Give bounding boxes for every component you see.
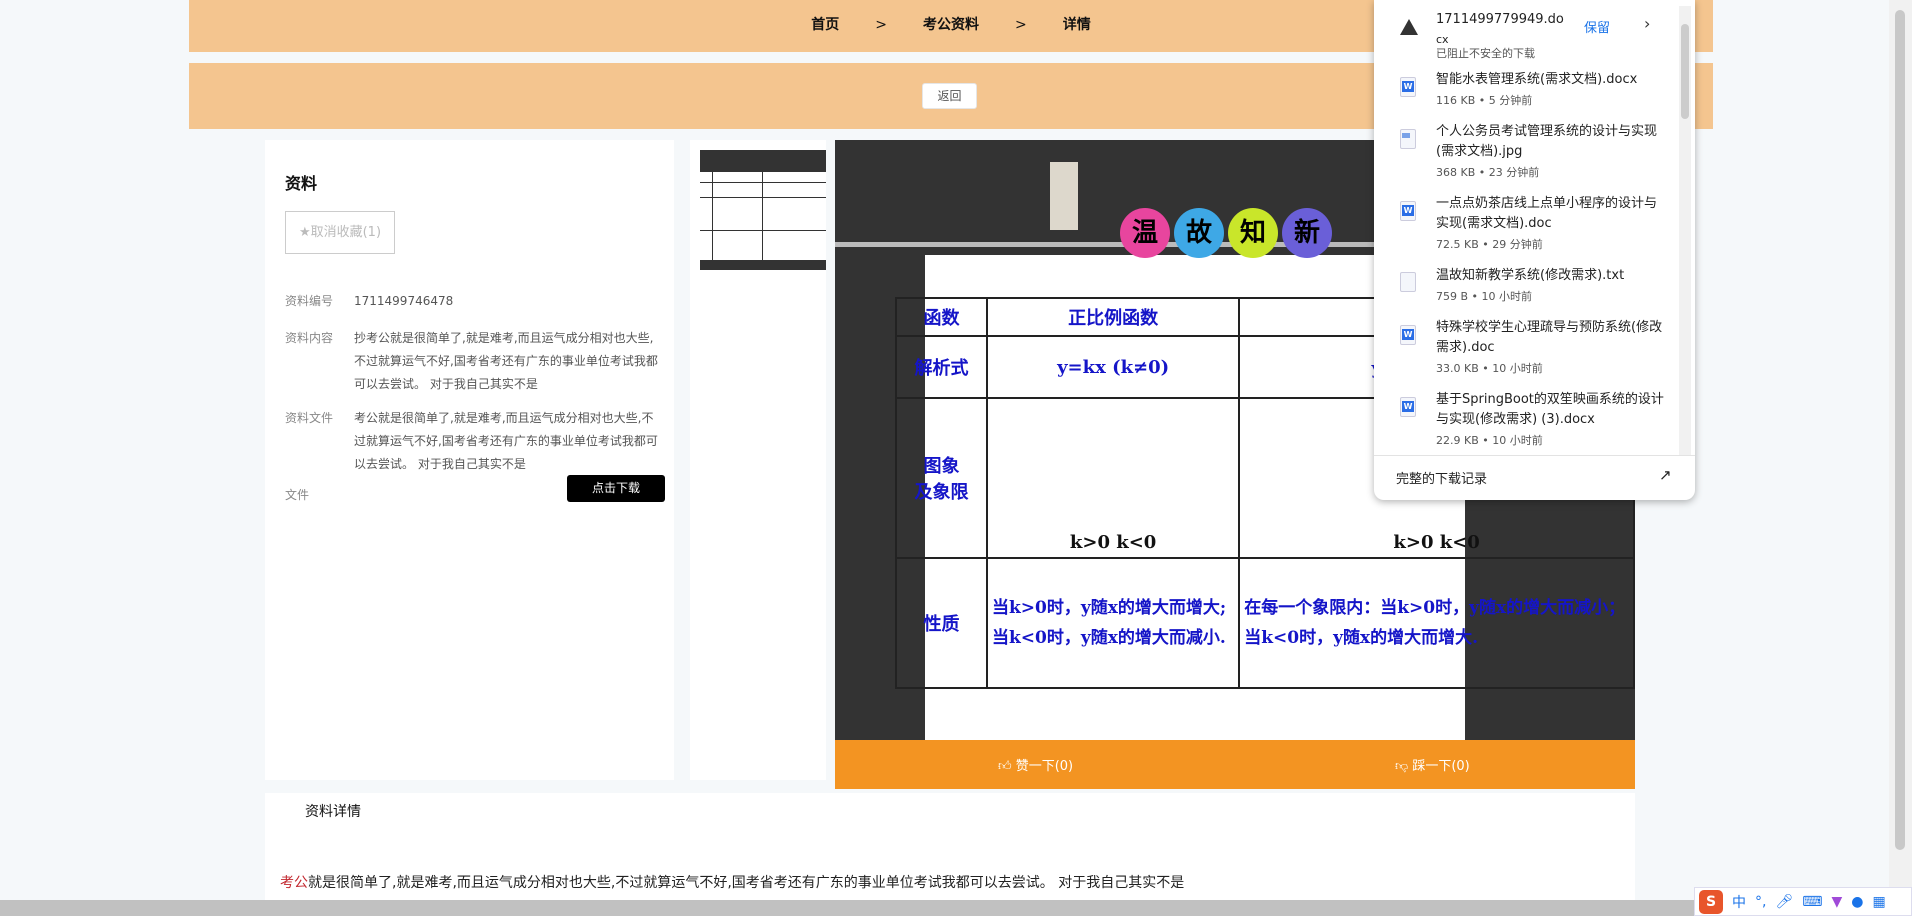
microphone-icon[interactable]: 🎤︎ [1775,894,1793,910]
keyboard-icon[interactable]: ⌨ [1802,894,1822,910]
full-history-label: 完整的下载记录 [1396,472,1488,487]
robot-icon[interactable]: ● [1851,894,1863,910]
scrollbar-thumb[interactable] [1895,10,1905,850]
open-external-icon: ↗ [1659,466,1672,484]
dislike-label: 踩一下(0) [1412,759,1470,774]
panel-title: 资料 [285,174,318,193]
cell: 函数 [894,297,989,337]
download-meta: 368 KB • 23 分钟前 [1436,166,1540,179]
back-button[interactable]: 返回 [922,83,977,109]
detail-text: 考公就是很简单了,就是难考,而且运气成分相对也大些,不过就算运气不好,国考省考还… [280,872,1184,892]
download-name: 智能水表管理系统(需求文档).docx [1436,72,1638,87]
vote-bar: 👍︎ 赞一下(0) 👎︎ 踩一下(0) [835,740,1635,789]
like-button[interactable]: 👍︎ 赞一下(0) [998,755,1073,774]
popup-scrollbar[interactable] [1679,6,1691,456]
download-name: 特殊学校学生心理疏导与预防系统(修改需求).doc [1436,320,1663,355]
field-label: 资料内容 [285,331,334,345]
download-name: 基于SpringBoot的双笙映画系统的设计与实现(修改需求) (3).docx [1436,392,1664,427]
field-label: 资料编号 [285,294,334,308]
unfavorite-button[interactable]: ★取消收藏(1) [285,211,395,254]
download-button[interactable]: 点击下载 [567,475,665,502]
field-content: 资料内容 抄考公就是很简单了,就是难考,而且运气成分相对也大些,不过就算运气不好,… [285,327,665,396]
download-status: 已阻止不安全的下载 [1436,47,1535,60]
info-panel: 资料 ★取消收藏(1) 资料编号 1711499746478 资料内容 抄考公就是很… [265,140,674,780]
field-value: 1711499746478 [354,294,454,308]
ime-mode[interactable]: 中 [1732,892,1746,912]
badge: 知 [1228,208,1278,258]
thumbs-up-icon: 👍︎ [998,759,1016,774]
breadcrumb-home[interactable]: 首页 [811,17,839,33]
cell: 在每一个象限内：当k>0时，y随x的增大而减小；当k<0时，y随x的增大而增大. [1238,557,1635,689]
badge: 故 [1174,208,1224,258]
breadcrumb-separator: > [875,17,887,33]
field-id: 资料编号 1711499746478 [285,290,665,313]
word-file-icon [1400,397,1416,417]
breadcrumb-category[interactable]: 考公资料 [923,17,979,33]
apps-icon[interactable]: ▦ [1872,894,1885,910]
page-scrollbar[interactable] [1889,0,1912,900]
word-file-icon [1400,77,1416,97]
title-badges: 温 故 知 新 [1120,208,1332,258]
warning-icon [1400,19,1418,35]
chevron-right-icon[interactable]: › [1644,14,1650,33]
like-label: 赞一下(0) [1015,759,1074,774]
full-history-link[interactable]: 完整的下载记录 ↗ [1374,455,1695,500]
download-name: 温故知新教学系统(修改需求).txt [1436,268,1625,283]
cell: k>0 k<0 [986,397,1241,559]
clip [1050,162,1078,230]
breadcrumb-current: 详情 [1062,17,1091,33]
scrollbar-thumb[interactable] [1681,24,1689,119]
thumbnail-list [690,140,826,780]
field-label: 文件 [285,488,310,502]
keep-button[interactable]: 保留 [1584,17,1610,36]
field-value: 抄考公就是很简单了,就是难考,而且运气成分相对也大些,不过就算运气不好,国考省考… [354,331,658,391]
field-file-desc: 资料文件 考公就是很简单了,就是难考,而且运气成分相对也大些,不过就算运气不好,国… [285,407,665,476]
download-meta: 116 KB • 5 分钟前 [1436,94,1533,107]
sogou-logo[interactable]: S [1699,889,1723,914]
word-file-icon [1400,325,1416,345]
field-label: 资料文件 [285,411,334,425]
cell: y=kx (k≠0) [986,335,1241,399]
download-meta: 72.5 KB • 29 分钟前 [1436,238,1543,251]
cell: 性质 [894,557,989,689]
download-name: 1711499779949.do [1436,12,1564,27]
punctuation-icon[interactable]: °, [1755,894,1766,910]
cell: 当k>0时，y随x的增大而增大;当k<0时，y随x的增大而减小. [986,557,1241,689]
download-name: 个人公务员考试管理系统的设计与实现(需求文档).jpg [1436,124,1658,159]
thumbs-down-icon: 👎︎ [1395,759,1413,774]
field-value: 考公就是很简单了,就是难考,而且运气成分相对也大些,不过就算运气不好,国考省考还… [354,411,658,471]
downloads-popup: 1711499779949.do cx 已阻止不安全的下载 保留 › 智能水表管… [1374,0,1695,500]
badge: 温 [1120,208,1170,258]
download-name: 一点点奶茶店线上点单小程序的设计与实现(需求文档).doc [1436,196,1658,231]
image-file-icon [1400,129,1416,149]
badge: 新 [1282,208,1332,258]
download-meta: 33.0 KB • 10 小时前 [1436,362,1543,375]
download-meta: 759 B • 10 小时前 [1436,290,1533,303]
horizontal-scrollbar[interactable] [0,900,1912,916]
thumbnail[interactable] [700,150,826,270]
cell: 图象 及象限 [894,397,989,559]
detail-body: 就是很简单了,就是难考,而且运气成分相对也大些,不过就算运气不好,国考省考还有广… [308,875,1185,891]
download-meta: 22.9 KB • 10 小时前 [1436,434,1543,447]
skin-icon[interactable]: ▼ [1831,894,1842,910]
dislike-button[interactable]: 👎︎ 踩一下(0) [1395,755,1470,774]
detail-title: 资料详情 [305,804,361,820]
breadcrumb-separator: > [1015,17,1027,33]
detail-section: 资料详情 考公就是很简单了,就是难考,而且运气成分相对也大些,不过就算运气不好,… [265,793,1635,900]
highlight-link[interactable]: 考公 [280,875,308,891]
word-file-icon [1400,201,1416,221]
cell: 正比例函数 [986,297,1241,337]
ime-toolbar: S 中 °, 🎤︎ ⌨ ▼ ● ▦ [1694,887,1912,916]
cell: 解析式 [894,335,989,399]
text-file-icon [1400,272,1416,292]
